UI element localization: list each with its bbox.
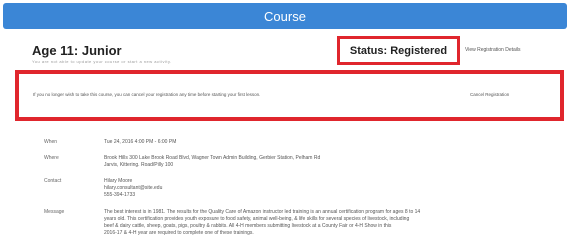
status-badge: Status: Registered — [337, 36, 460, 65]
message-line: 2016-17 & 4-H year are required to compl… — [104, 230, 254, 236]
where-label: Where — [44, 155, 59, 161]
course-header-bar: Course — [3, 3, 567, 29]
contact-value: Hilary Moore hilary.consultant@site.edu … — [104, 178, 544, 199]
where-line: Jarvis, Kittering. Road/Pilly 100 — [104, 162, 174, 168]
header-title: Course — [264, 8, 306, 24]
cancel-registration-link[interactable]: Cancel Registration — [470, 92, 509, 97]
message-label: Message — [44, 209, 65, 215]
when-value: Tue 24, 2016 4:00 PM - 6:00 PM — [104, 139, 177, 145]
course-title: Age 11: Junior — [32, 43, 122, 58]
contact-phone: 555-394-1733 — [104, 192, 136, 198]
status-label: Status: Registered — [349, 44, 448, 57]
contact-label: Contact — [44, 178, 62, 184]
cancel-message: If you no longer wish to take this cours… — [33, 92, 261, 97]
course-subtitle: You are not able to update your course o… — [32, 59, 172, 64]
message-line: years old. This certification provides y… — [104, 216, 410, 222]
when-label: When — [44, 139, 58, 145]
contact-name: Hilary Moore — [104, 178, 133, 184]
view-registration-link[interactable]: View Registration Details — [465, 47, 521, 53]
where-value: Brook Hills 300 Lake Brook Road Blvd, Wa… — [104, 155, 544, 169]
where-line: Brook Hills 300 Lake Brook Road Blvd, Wa… — [104, 155, 321, 161]
contact-email[interactable]: hilary.consultant@site.edu — [104, 185, 544, 192]
message-line: beef & dairy cattle, sheep, goats, pigs,… — [104, 223, 392, 229]
message-line: The best interest is in 1981. The result… — [104, 209, 421, 215]
cancel-registration-panel: If you no longer wish to take this cours… — [15, 70, 564, 121]
message-value: The best interest is in 1981. The result… — [104, 209, 544, 237]
